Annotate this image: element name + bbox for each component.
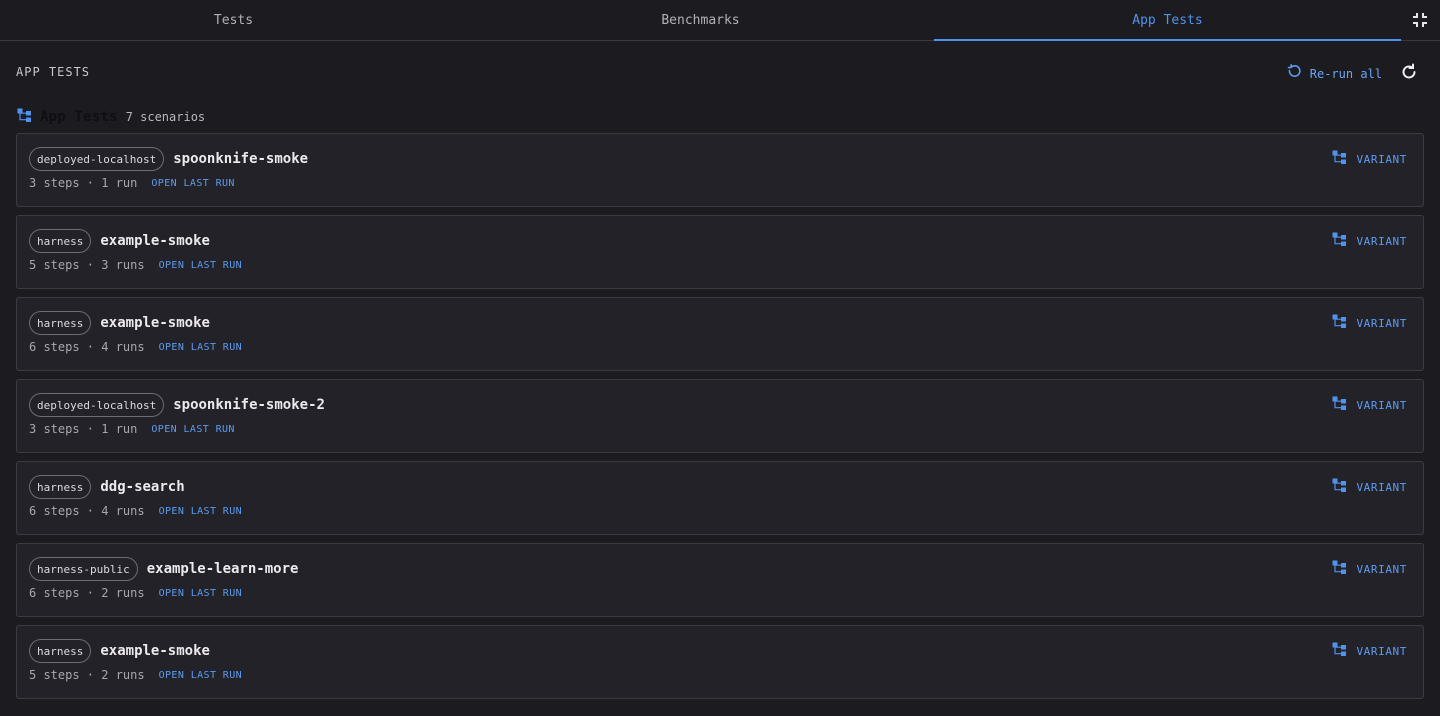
- tree-icon: [1332, 314, 1347, 332]
- variant-label: VARIANT: [1356, 234, 1407, 248]
- env-badge: harness: [29, 229, 92, 253]
- variant-button[interactable]: VARIANT: [1332, 150, 1407, 168]
- scenario-card[interactable]: harness example-smoke 6 steps · 4 runs O…: [16, 297, 1424, 371]
- scenario-name: example-smoke: [100, 315, 210, 331]
- tree-icon: [1332, 232, 1347, 250]
- tree-icon: [17, 108, 32, 127]
- scenario-card[interactable]: harness example-smoke 5 steps · 3 runs O…: [16, 215, 1424, 289]
- open-last-run-link[interactable]: OPEN LAST RUN: [159, 670, 242, 681]
- variant-label: VARIANT: [1356, 152, 1407, 166]
- scenario-meta: 3 steps · 1 run: [29, 422, 138, 436]
- variant-label: VARIANT: [1356, 316, 1407, 330]
- env-badge: harness: [29, 311, 92, 335]
- open-last-run-link[interactable]: OPEN LAST RUN: [159, 260, 242, 271]
- tree-icon: [1332, 478, 1347, 496]
- tree-icon: [1332, 396, 1347, 414]
- env-badge: harness: [29, 475, 92, 499]
- variant-button[interactable]: VARIANT: [1332, 642, 1407, 660]
- env-badge: deployed-localhost: [29, 393, 165, 417]
- variant-label: VARIANT: [1356, 644, 1407, 658]
- open-last-run-link[interactable]: OPEN LAST RUN: [159, 506, 242, 517]
- group-name: App Tests: [40, 109, 118, 125]
- open-last-run-link[interactable]: OPEN LAST RUN: [151, 178, 234, 189]
- scenario-meta: 6 steps · 4 runs: [29, 340, 145, 354]
- scenario-meta: 6 steps · 2 runs: [29, 586, 145, 600]
- variant-button[interactable]: VARIANT: [1332, 314, 1407, 332]
- tab-app-tests[interactable]: App Tests: [934, 0, 1401, 41]
- open-last-run-link[interactable]: OPEN LAST RUN: [159, 588, 242, 599]
- variant-button[interactable]: VARIANT: [1332, 560, 1407, 578]
- scenario-card[interactable]: harness example-smoke 5 steps · 2 runs O…: [16, 625, 1424, 699]
- scenario-name: example-smoke: [100, 643, 210, 659]
- variant-button[interactable]: VARIANT: [1332, 232, 1407, 250]
- env-badge: deployed-localhost: [29, 147, 165, 171]
- variant-button[interactable]: VARIANT: [1332, 478, 1407, 496]
- tab-bar: Tests Benchmarks App Tests: [0, 0, 1440, 41]
- scenario-name: ddg-search: [100, 479, 185, 495]
- scenario-card[interactable]: deployed-localhost spoonknife-smoke 3 st…: [16, 133, 1424, 207]
- tree-icon: [1332, 150, 1347, 168]
- tab-benchmarks[interactable]: Benchmarks: [467, 0, 934, 40]
- variant-label: VARIANT: [1356, 480, 1407, 494]
- section-header: APP TESTS Re-run all: [0, 41, 1440, 101]
- refresh-icon[interactable]: [1400, 63, 1418, 81]
- scenario-meta: 5 steps · 3 runs: [29, 258, 145, 272]
- tree-icon: [1332, 642, 1347, 660]
- open-last-run-link[interactable]: OPEN LAST RUN: [151, 424, 234, 435]
- scenario-card[interactable]: harness-public example-learn-more 6 step…: [16, 543, 1424, 617]
- tree-icon: [1332, 560, 1347, 578]
- variant-label: VARIANT: [1356, 398, 1407, 412]
- scenario-card[interactable]: deployed-localhost spoonknife-smoke-2 3 …: [16, 379, 1424, 453]
- env-badge: harness-public: [29, 557, 138, 581]
- group-header[interactable]: App Tests 7 scenarios: [0, 101, 1440, 133]
- scenario-name: example-learn-more: [146, 561, 299, 577]
- scenario-meta: 3 steps · 1 run: [29, 176, 138, 190]
- rerun-icon: [1286, 64, 1302, 83]
- scenario-meta: 5 steps · 2 runs: [29, 668, 145, 682]
- scenario-card[interactable]: harness ddg-search 6 steps · 4 runs OPEN…: [16, 461, 1424, 535]
- scenario-name: spoonknife-smoke-2: [173, 397, 325, 413]
- open-last-run-link[interactable]: OPEN LAST RUN: [159, 342, 242, 353]
- variant-button[interactable]: VARIANT: [1332, 396, 1407, 414]
- tab-tests[interactable]: Tests: [0, 0, 467, 40]
- scenario-list: deployed-localhost spoonknife-smoke 3 st…: [0, 133, 1440, 699]
- group-count: 7 scenarios: [125, 110, 206, 124]
- rerun-all-button[interactable]: Re-run all: [1286, 64, 1382, 83]
- rerun-all-label: Re-run all: [1309, 66, 1382, 81]
- section-title: APP TESTS: [16, 65, 91, 79]
- variant-label: VARIANT: [1356, 562, 1407, 576]
- scenario-name: spoonknife-smoke: [173, 151, 309, 167]
- collapse-icon[interactable]: [1412, 12, 1428, 28]
- env-badge: harness: [29, 639, 92, 663]
- scenario-meta: 6 steps · 4 runs: [29, 504, 145, 518]
- scenario-name: example-smoke: [100, 233, 210, 249]
